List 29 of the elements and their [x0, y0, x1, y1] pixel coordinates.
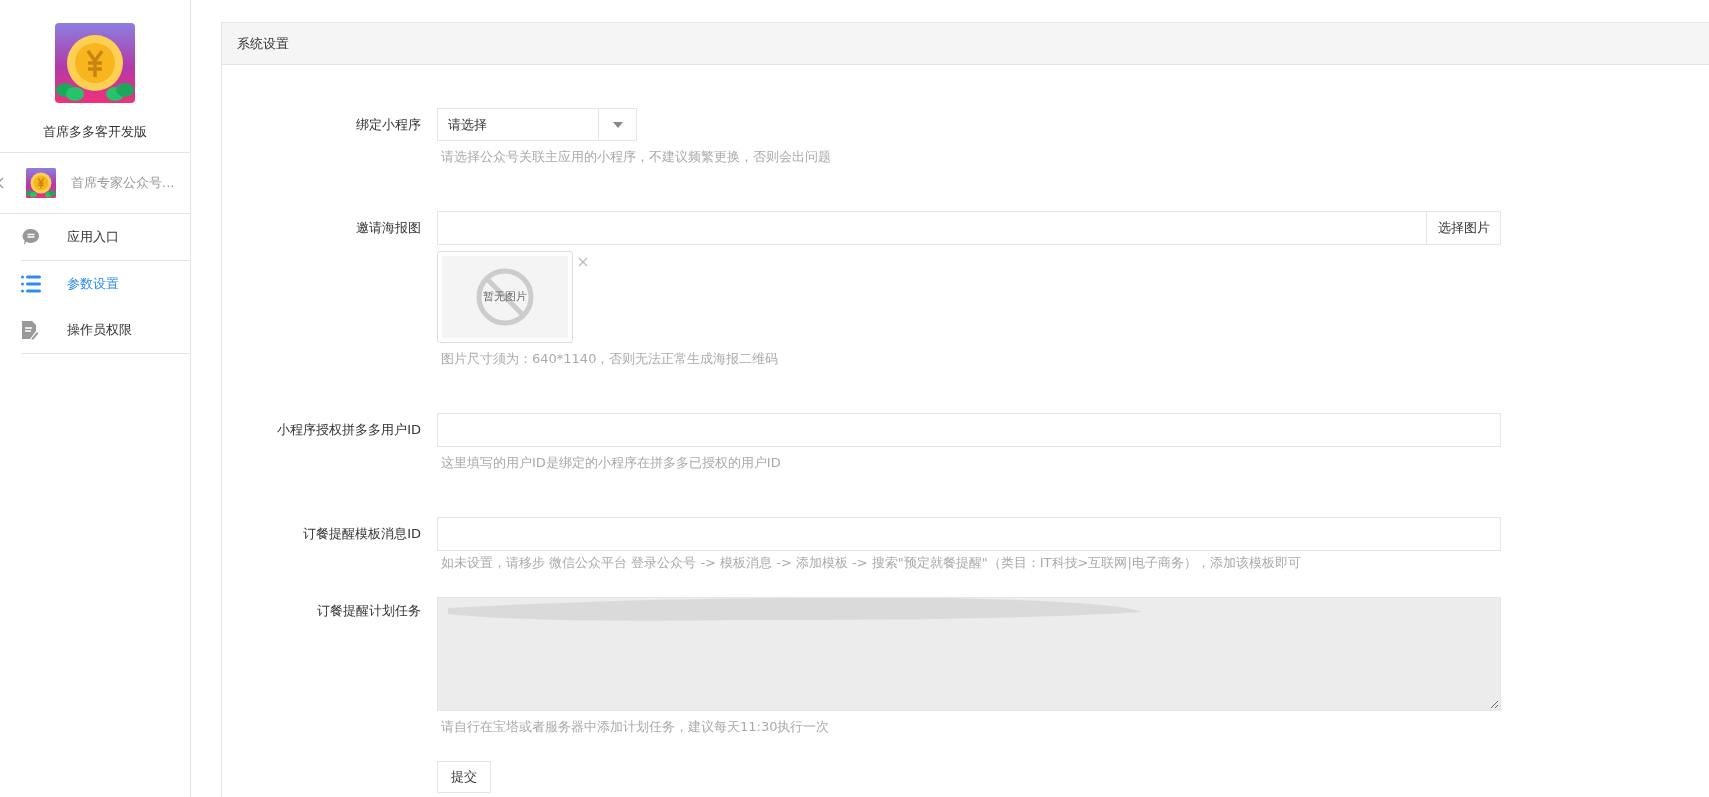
field-label: 订餐提醒模板消息ID: [302, 525, 422, 543]
submit-button[interactable]: 提交: [437, 761, 491, 793]
document-edit-icon: [21, 320, 39, 340]
caret-down-icon: [612, 121, 623, 128]
input-field[interactable]: [437, 211, 1426, 245]
help-text: 图片尺寸须为：640*1140，否则无法正常生成海报二维码: [440, 351, 780, 367]
sidebar-item[interactable]: 参数设置: [21, 261, 190, 307]
sidebar-item[interactable]: 应用入口: [21, 214, 190, 261]
panel-title: 系统设置: [237, 34, 289, 53]
list-icon: [21, 275, 41, 293]
no-image-icon: [476, 268, 534, 326]
choose-image-button[interactable]: 选择图片: [1426, 211, 1501, 245]
input-field[interactable]: [437, 413, 1501, 447]
sidebar-item[interactable]: 操作员权限: [21, 307, 190, 354]
input-field[interactable]: [437, 517, 1501, 551]
field-label: 邀请海报图: [355, 219, 422, 237]
account-avatar-icon: [26, 168, 56, 198]
field-label: 小程序授权拼多多用户ID: [276, 421, 422, 439]
select-dropdown[interactable]: 请选择: [437, 108, 637, 141]
help-text: 如未设置，请移步 微信公众平台 登录公众号 -> 模板消息 -> 添加模板 -> 搜索"预定就餐提醒"（类目：IT科技>互联网|电子商务），添加该模板即可: [440, 555, 1302, 571]
help-text: 这里填写的用户ID是绑定的小程序在拼多多已授权的用户ID: [440, 455, 782, 471]
chat-icon: [21, 227, 41, 247]
help-text: 请选择公众号关联主应用的小程序，不建议频繁更换，否则会出问题: [440, 149, 832, 165]
app-name: 首席多多客开发版: [43, 123, 147, 141]
field-label: 绑定小程序: [355, 116, 422, 134]
close-icon[interactable]: [578, 257, 588, 267]
placeholder-text: 暂无图片: [482, 289, 528, 304]
resize-grip-icon[interactable]: [1490, 700, 1499, 709]
field-label: 订餐提醒计划任务: [316, 602, 422, 620]
